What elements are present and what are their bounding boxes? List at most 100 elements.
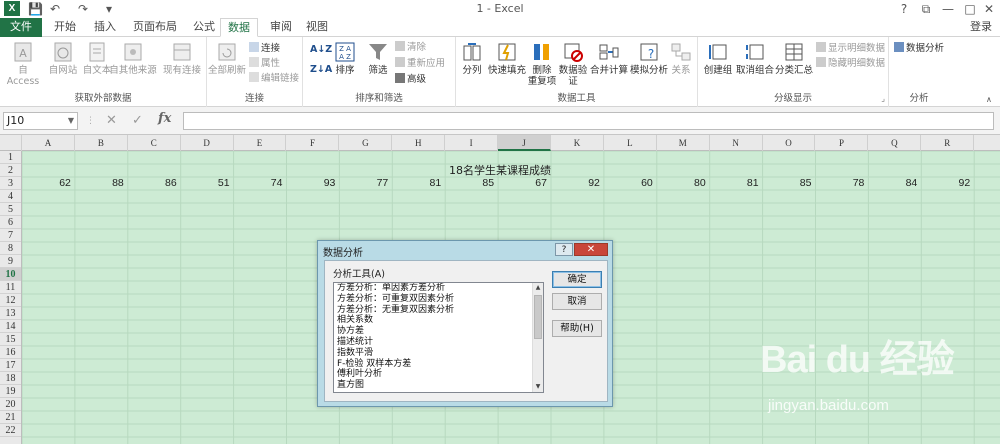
sort-descending-button[interactable]: Z↓A [310, 63, 332, 76]
column-header-g[interactable]: G [339, 135, 393, 151]
column-header-r[interactable]: R [921, 135, 975, 151]
ribbon-display-icon[interactable]: ⧉ [915, 0, 937, 18]
row-header-21[interactable]: 21 [0, 411, 21, 424]
tab-view[interactable]: 视图 [298, 18, 336, 37]
score-cell[interactable]: 78 [816, 177, 865, 190]
score-cell[interactable]: 74 [234, 177, 283, 190]
collapse-ribbon-icon[interactable]: ∧ [986, 93, 992, 106]
column-header-f[interactable]: F [287, 135, 340, 151]
column-header-e[interactable]: E [234, 135, 287, 151]
tab-page-layout[interactable]: 页面布局 [127, 18, 183, 37]
login-link[interactable]: 登录 [970, 18, 992, 36]
select-all-corner[interactable] [0, 135, 22, 151]
subtotal-button[interactable]: 分类汇总 [774, 41, 814, 76]
column-header-n[interactable]: N [710, 135, 763, 151]
column-header-o[interactable]: O [763, 135, 816, 151]
row-header-4[interactable]: 4 [0, 190, 21, 203]
score-cell[interactable]: 92 [921, 177, 971, 190]
ungroup-button[interactable]: 取消组合 [735, 41, 775, 76]
row-header-2[interactable]: 2 [0, 164, 21, 177]
row-header-14[interactable]: 14 [0, 320, 21, 333]
tab-data[interactable]: 数据 [220, 18, 258, 37]
row-header-22[interactable]: 22 [0, 424, 21, 437]
insert-function-icon[interactable]: fx [158, 111, 171, 126]
column-header-b[interactable]: B [75, 135, 128, 151]
row-header-13[interactable]: 13 [0, 307, 21, 320]
from-access-button[interactable]: A 自 Access [2, 41, 44, 87]
column-header-m[interactable]: M [657, 135, 710, 151]
show-detail-button[interactable]: 显示明细数据 [816, 42, 885, 55]
score-cell[interactable]: 62 [22, 177, 71, 190]
clear-filter-button[interactable]: 清除 [395, 41, 426, 54]
dialog-help-icon[interactable]: ? [555, 243, 573, 256]
score-cell[interactable]: 93 [287, 177, 336, 190]
score-cell[interactable]: 85 [445, 177, 494, 190]
row-header-12[interactable]: 12 [0, 294, 21, 307]
help-button[interactable]: 帮助(H) [552, 320, 602, 337]
enter-icon[interactable]: ✓ [132, 112, 143, 130]
name-box[interactable]: J10 ▼ [3, 112, 78, 130]
tab-formulas[interactable]: 公式 [185, 18, 223, 37]
column-header-q[interactable]: Q [868, 135, 922, 151]
list-scrollbar[interactable]: ▲ ▼ [532, 283, 543, 392]
score-cell[interactable]: 88 [75, 177, 124, 190]
column-header-a[interactable]: A [22, 135, 75, 151]
row-header-3[interactable]: 3 [0, 177, 21, 190]
help-icon[interactable]: ? [893, 0, 915, 18]
advanced-filter-button[interactable]: 高级 [395, 73, 426, 86]
minimize-icon[interactable]: — [937, 0, 959, 18]
row-header-18[interactable]: 18 [0, 372, 21, 385]
row-header-1[interactable]: 1 [0, 151, 21, 164]
list-item[interactable]: 指数平滑 [334, 348, 543, 359]
consolidate-button[interactable]: 合并计算 [589, 41, 629, 76]
hide-detail-button[interactable]: 隐藏明细数据 [816, 57, 885, 70]
row-header-6[interactable]: 6 [0, 216, 21, 229]
score-cell[interactable]: 86 [128, 177, 177, 190]
score-cell[interactable]: 67 [498, 177, 547, 190]
score-cell[interactable]: 80 [657, 177, 706, 190]
score-cell[interactable]: 60 [604, 177, 653, 190]
list-item[interactable]: 方差分析：单因素方差分析 [334, 283, 543, 294]
column-header-i[interactable]: I [445, 135, 499, 151]
column-header-c[interactable]: C [128, 135, 181, 151]
column-header-j[interactable]: J [498, 135, 551, 151]
properties-button[interactable]: 属性 [249, 57, 280, 70]
list-item[interactable]: 相关系数 [334, 315, 543, 326]
connections-button[interactable]: 连接 [249, 42, 280, 55]
column-header-l[interactable]: L [604, 135, 657, 151]
row-header-5[interactable]: 5 [0, 203, 21, 216]
filter-button[interactable]: 筛选 [363, 41, 393, 76]
dialog-close-icon[interactable]: ✕ [574, 243, 608, 256]
list-item[interactable]: 方差分析：可重复双因素分析 [334, 294, 543, 305]
row-header-8[interactable]: 8 [0, 242, 21, 255]
row-header-16[interactable]: 16 [0, 346, 21, 359]
tab-home[interactable]: 开始 [46, 18, 84, 37]
scroll-thumb[interactable] [534, 295, 542, 339]
close-icon[interactable]: ✕ [978, 0, 1000, 18]
edit-links-button[interactable]: 编辑链接 [249, 72, 299, 85]
list-item[interactable]: 直方图 [334, 380, 543, 391]
tab-file[interactable]: 文件 [0, 18, 42, 37]
cell-title[interactable]: 18名学生某课程成绩 [400, 164, 600, 177]
remove-duplicates-button[interactable]: 删除 重复项 [527, 41, 557, 87]
what-if-analysis-button[interactable]: ? 模拟分析 [629, 41, 669, 76]
cancel-button[interactable]: 取消 [552, 293, 602, 310]
sort-button[interactable]: Z AA Z 排序 [330, 41, 360, 76]
analysis-tools-list[interactable]: 方差分析：单因素方差分析 方差分析：可重复双因素分析 方差分析：无重复双因素分析 相关… [333, 282, 544, 393]
data-validation-button[interactable]: 数据验证 [557, 41, 589, 87]
row-header-17[interactable]: 17 [0, 359, 21, 372]
name-box-dropdown-icon[interactable]: ▼ [68, 113, 74, 129]
row-header-11[interactable]: 11 [0, 281, 21, 294]
score-cell[interactable]: 92 [551, 177, 600, 190]
data-analysis-button[interactable]: 数据分析 [894, 42, 944, 55]
formula-input[interactable] [183, 112, 994, 130]
from-web-button[interactable]: 自网站 [44, 41, 82, 76]
list-item[interactable]: 方差分析：无重复双因素分析 [334, 305, 543, 316]
text-to-columns-button[interactable]: 分列 [458, 41, 486, 76]
row-header-7[interactable]: 7 [0, 229, 21, 242]
reapply-button[interactable]: 重新应用 [395, 57, 445, 70]
tab-insert[interactable]: 插入 [86, 18, 124, 37]
row-header-10[interactable]: 10 [0, 268, 21, 281]
existing-connections-button[interactable]: 现有连接 [160, 41, 204, 76]
from-other-sources-button[interactable]: 自其他来源 [108, 41, 158, 76]
